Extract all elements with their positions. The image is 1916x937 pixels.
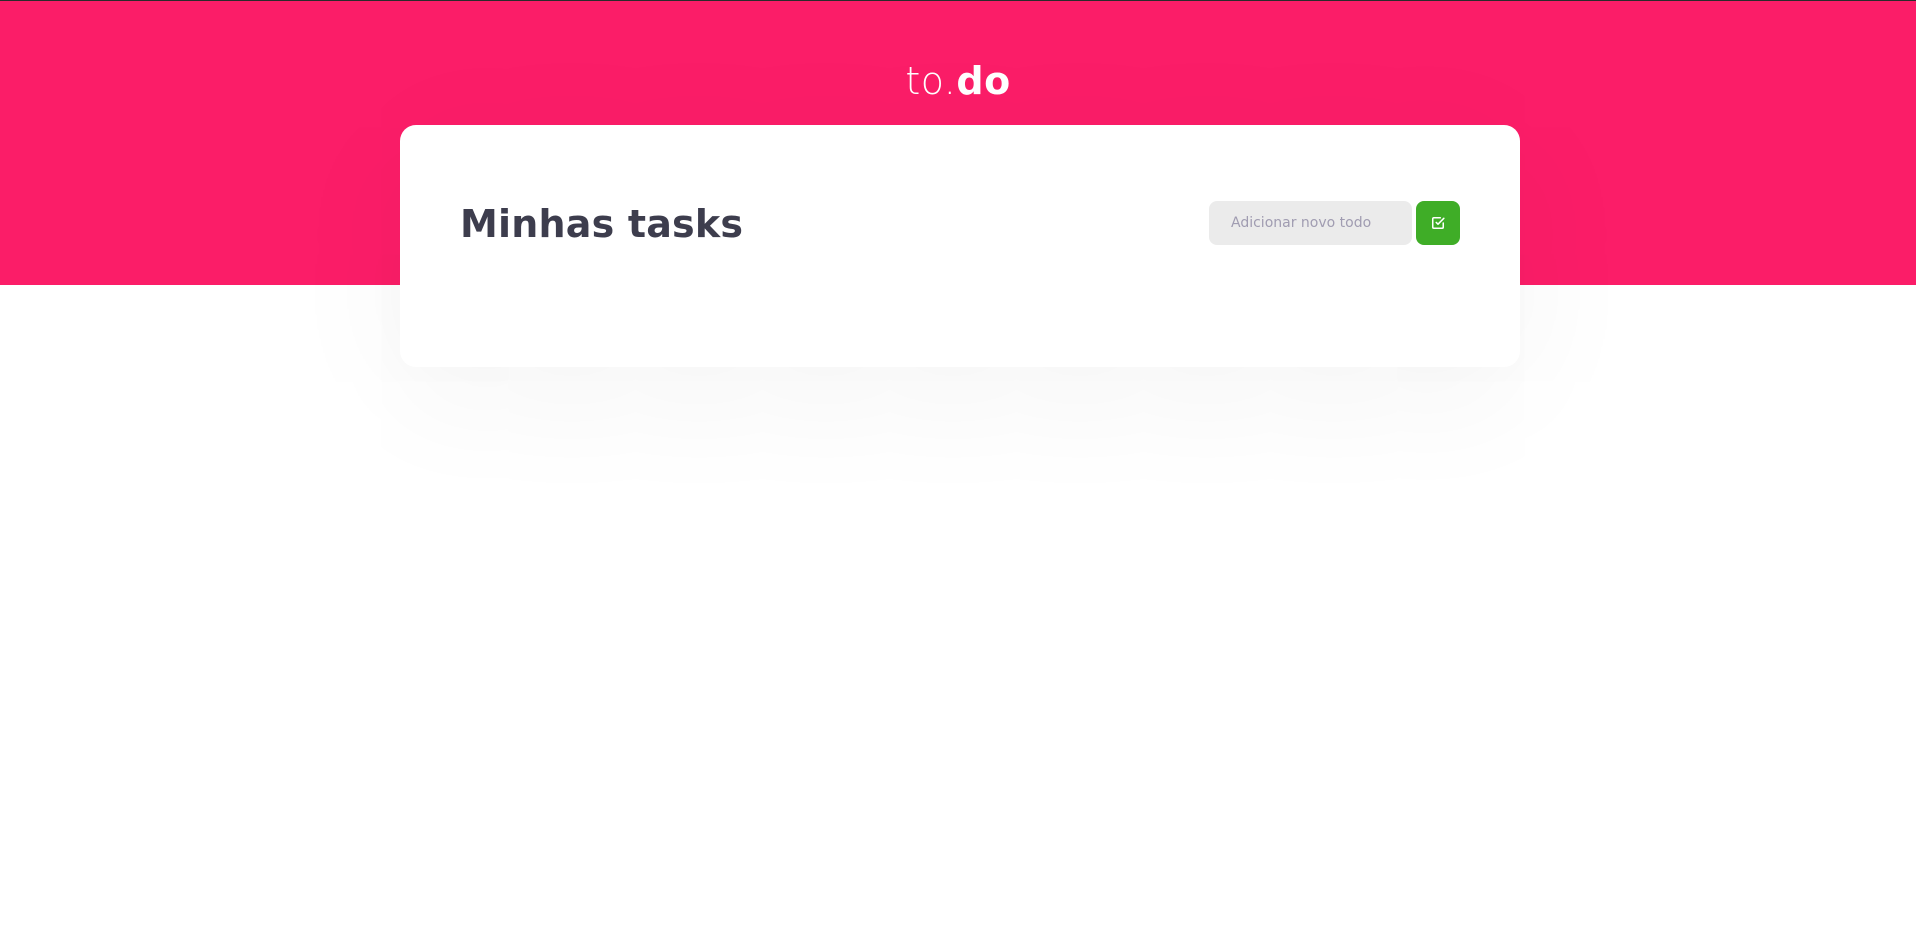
logo-prefix: to. [905, 59, 957, 103]
page-title: Minhas tasks [460, 202, 744, 246]
logo-suffix: do [956, 59, 1011, 103]
tasks-card: Minhas tasks [400, 125, 1520, 367]
new-todo-input[interactable] [1209, 201, 1412, 245]
logo: to.do [0, 57, 1916, 105]
check-square-icon [1431, 216, 1445, 230]
page: to.do Minhas tasks [0, 0, 1916, 937]
add-todo-button[interactable] [1416, 201, 1460, 245]
